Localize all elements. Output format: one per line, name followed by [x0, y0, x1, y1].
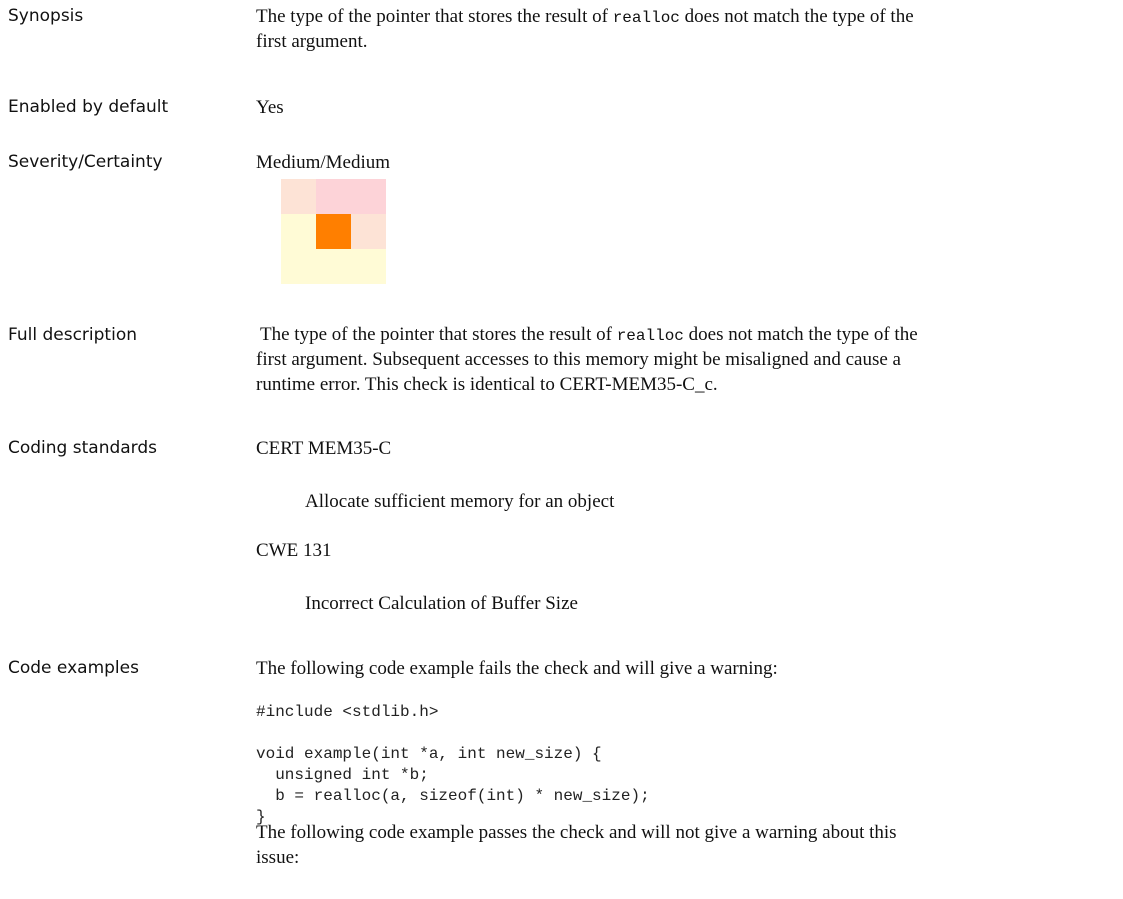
standard-id: CWE 131: [256, 540, 332, 561]
severity-matrix-cell: [281, 179, 316, 214]
fail-example-intro: The following code example fails the che…: [256, 658, 778, 679]
severity-matrix-cell: [281, 249, 316, 284]
fail-code-block: #include <stdlib.h> void example(int *a,…: [256, 703, 650, 826]
standard-id: CERT MEM35-C: [256, 438, 392, 459]
code-examples-label: Code examples: [8, 658, 139, 678]
full-description-label: Full description: [8, 325, 137, 345]
enabled-label: Enabled by default: [8, 97, 169, 117]
severity-matrix-cell: [281, 214, 316, 249]
standard-description: Incorrect Calculation of Buffer Size: [305, 593, 578, 614]
synopsis-label: Synopsis: [8, 6, 84, 26]
full-description-line3: runtime error. This check is identical t…: [256, 374, 718, 395]
standard-description: Allocate sufficient memory for an object: [305, 491, 615, 512]
synopsis-text-line2: first argument.: [256, 31, 368, 52]
severity-matrix-cell: [351, 249, 386, 284]
full-description-line2: first argument. Subsequent accesses to t…: [256, 349, 901, 370]
coding-standards-label: Coding standards: [8, 438, 158, 458]
severity-matrix-cell: [316, 249, 351, 284]
severity-label: Severity/Certainty: [8, 152, 163, 172]
synopsis-text: The type of the pointer that stores the …: [256, 6, 914, 27]
severity-matrix-cell: [316, 214, 351, 249]
pass-example-intro-line2: issue:: [256, 847, 300, 868]
pass-example-intro-line1: The following code example passes the ch…: [256, 822, 897, 843]
severity-matrix-cell: [351, 179, 386, 214]
severity-matrix-cell: [316, 179, 351, 214]
severity-matrix: [281, 179, 386, 284]
severity-value: Medium/Medium: [256, 152, 391, 173]
full-description-line1: The type of the pointer that stores the …: [260, 324, 918, 345]
severity-matrix-cell: [351, 214, 386, 249]
enabled-value: Yes: [256, 97, 284, 118]
